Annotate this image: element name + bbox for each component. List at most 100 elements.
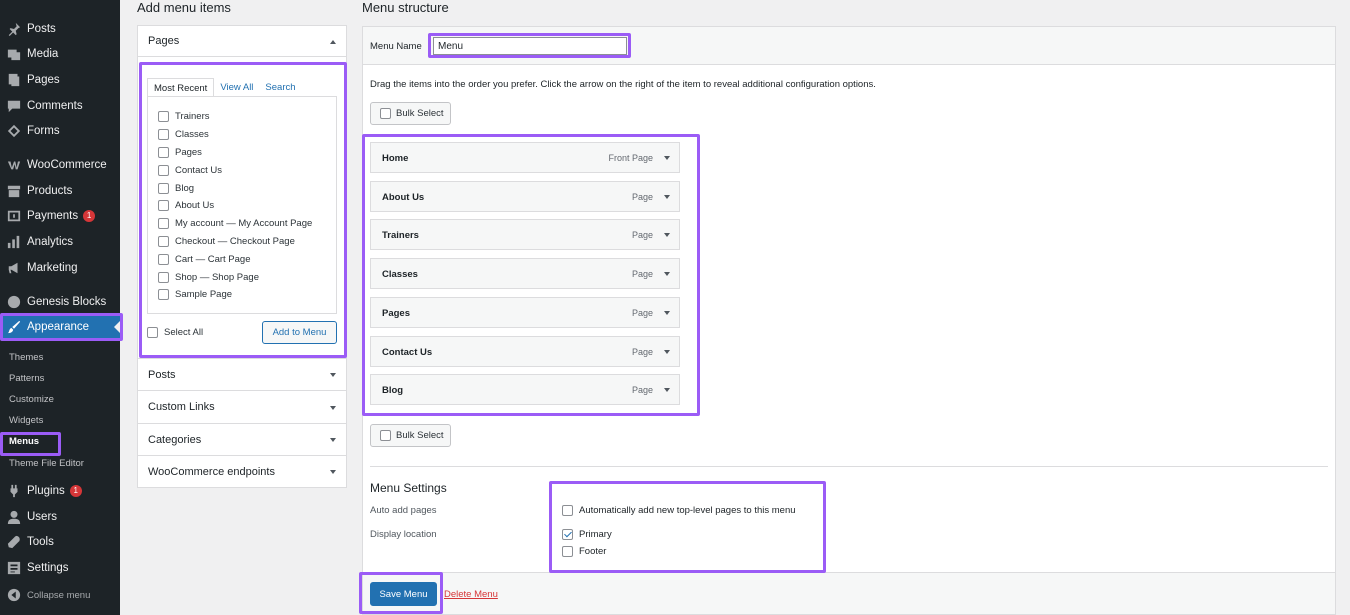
comment-icon	[6, 98, 22, 114]
sidebar-item-label: Genesis Blocks	[27, 296, 107, 308]
checkbox[interactable]	[562, 505, 573, 516]
checkbox[interactable]	[147, 327, 158, 338]
menu-item-bar[interactable]: Contact Us Page	[370, 336, 680, 367]
add-to-menu-button[interactable]: Add to Menu	[262, 321, 337, 344]
submenu-item-patterns[interactable]: Patterns	[9, 373, 44, 384]
update-count-badge: 1	[83, 210, 96, 222]
menu-name-label: Menu Name	[370, 41, 422, 52]
collapse-arrow-icon	[330, 40, 336, 44]
page-checkbox-item[interactable]: Blog	[158, 183, 194, 194]
sidebar-item-products[interactable]: Products	[0, 180, 120, 202]
submenu-item-theme-file-editor[interactable]: Theme File Editor	[9, 458, 84, 469]
location-primary-option[interactable]: Primary	[562, 529, 612, 540]
sidebar-item-posts[interactable]: Posts	[0, 18, 120, 40]
menu-item-bar[interactable]: Pages Page	[370, 297, 680, 328]
sidebar-item-users[interactable]: Users	[0, 506, 120, 528]
sidebar-item-pages[interactable]: Pages	[0, 69, 120, 91]
submenu-item-customize[interactable]: Customize	[9, 394, 54, 405]
page-checkbox-item[interactable]: Shop — Shop Page	[158, 272, 259, 283]
menu-item-bar[interactable]: Classes Page	[370, 258, 680, 289]
expand-arrow-icon[interactable]	[664, 233, 670, 237]
page-checkbox-item[interactable]: My account — My Account Page	[158, 218, 312, 229]
checkbox[interactable]	[158, 254, 169, 265]
sidebar-item-label: WooCommerce	[27, 159, 107, 171]
save-menu-button[interactable]: Save Menu	[370, 582, 437, 606]
page-checkbox-item[interactable]: Contact Us	[158, 165, 222, 176]
wrench-icon	[6, 534, 22, 550]
categories-section-header[interactable]: Categories	[138, 423, 346, 455]
expand-arrow-icon[interactable]	[664, 350, 670, 354]
display-location-label: Display location	[370, 529, 437, 540]
page-checkbox-item[interactable]: Trainers	[158, 111, 210, 122]
page-checkbox-item[interactable]: Classes	[158, 129, 209, 140]
page-checkbox-item[interactable]: Sample Page	[158, 289, 232, 300]
submenu-item-widgets[interactable]: Widgets	[9, 415, 43, 426]
sidebar-item-genesis-blocks[interactable]: Genesis Blocks	[0, 291, 120, 313]
checkbox[interactable]	[158, 236, 169, 247]
sidebar-item-forms[interactable]: Forms	[0, 120, 120, 142]
checkbox[interactable]	[158, 165, 169, 176]
sidebar-item-appearance[interactable]: Appearance	[0, 316, 120, 338]
menu-item-bar[interactable]: About Us Page	[370, 181, 680, 212]
bulk-select-button[interactable]: Bulk Select	[370, 424, 451, 447]
menu-item-type: Page	[631, 230, 653, 240]
submenu-item-themes[interactable]: Themes	[9, 352, 43, 363]
media-icon	[6, 46, 22, 62]
checkbox[interactable]	[158, 200, 169, 211]
sidebar-item-marketing[interactable]: Marketing	[0, 257, 120, 279]
pages-section-header[interactable]: Pages	[138, 26, 346, 57]
tab-search[interactable]: Search	[259, 78, 301, 96]
expand-arrow-icon[interactable]	[664, 272, 670, 276]
page-checkbox-item[interactable]: About Us	[158, 200, 214, 211]
tab-view-all[interactable]: View All	[214, 78, 259, 96]
menu-name-input[interactable]	[433, 37, 627, 55]
section-title: Categories	[148, 433, 202, 446]
expand-arrow-icon[interactable]	[664, 195, 670, 199]
sidebar-item-analytics[interactable]: Analytics	[0, 231, 120, 253]
page-checkbox-item[interactable]: Cart — Cart Page	[158, 254, 251, 265]
checkbox[interactable]	[158, 183, 169, 194]
tab-most-recent[interactable]: Most Recent	[147, 78, 215, 96]
menu-item-type: Page	[631, 385, 653, 395]
checkbox[interactable]	[562, 546, 573, 557]
checkbox[interactable]	[562, 529, 573, 540]
auto-add-pages-option[interactable]: Automatically add new top-level pages to…	[562, 505, 796, 516]
location-footer-option[interactable]: Footer	[562, 546, 606, 557]
expand-arrow-icon[interactable]	[664, 311, 670, 315]
checkbox[interactable]	[158, 289, 169, 300]
woocommerce-endpoints-section-header[interactable]: WooCommerce endpoints	[138, 455, 346, 487]
checkbox[interactable]	[158, 147, 169, 158]
menu-item-bar[interactable]: Home Front Page	[370, 142, 680, 173]
custom-links-section-header[interactable]: Custom Links	[138, 390, 346, 423]
menu-structure-heading: Menu structure	[362, 0, 449, 15]
bulk-select-label: Bulk Select	[396, 108, 444, 119]
bulk-select-button[interactable]: Bulk Select	[370, 102, 451, 125]
menu-item-bar[interactable]: Trainers Page	[370, 219, 680, 250]
checkbox[interactable]	[158, 111, 169, 122]
expand-arrow-icon[interactable]	[664, 388, 670, 392]
checkbox[interactable]	[158, 129, 169, 140]
page-checkbox-item[interactable]: Pages	[158, 147, 202, 158]
menu-item-title: Blog	[382, 385, 404, 396]
sidebar-item-label: Appearance	[27, 321, 90, 333]
sidebar-item-payments[interactable]: Payments 1	[0, 205, 120, 227]
checkbox[interactable]	[158, 272, 169, 283]
sidebar-item-label: Users	[27, 511, 58, 523]
expand-arrow-icon[interactable]	[664, 156, 670, 160]
sidebar-item-media[interactable]: Media	[0, 43, 120, 65]
sidebar-item-woocommerce[interactable]: WooCommerce	[0, 154, 120, 176]
sidebar-item-tools[interactable]: Tools	[0, 531, 120, 553]
menu-item-bar[interactable]: Blog Page	[370, 374, 680, 405]
sidebar-item-settings[interactable]: Settings	[0, 557, 120, 579]
page-checkbox-item[interactable]: Checkout — Checkout Page	[158, 236, 295, 247]
posts-section-header[interactable]: Posts	[138, 358, 346, 390]
sidebar-item-comments[interactable]: Comments	[0, 95, 120, 117]
select-all-checkbox[interactable]: Select All	[147, 327, 203, 338]
menu-item-title: Pages	[382, 308, 410, 319]
sidebar-item-label: Pages	[27, 74, 60, 86]
submenu-item-menus[interactable]: Menus	[9, 436, 39, 447]
delete-menu-link[interactable]: Delete Menu	[444, 589, 498, 600]
collapse-menu-button[interactable]: Collapse menu	[0, 584, 120, 606]
checkbox[interactable]	[158, 218, 169, 229]
sidebar-item-plugins[interactable]: Plugins 1	[0, 480, 120, 502]
